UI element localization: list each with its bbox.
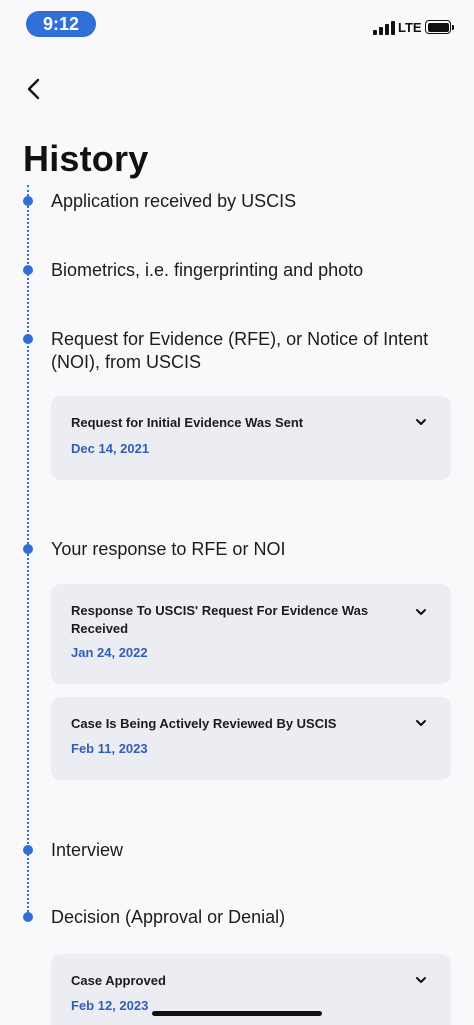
- event-date: Feb 11, 2023: [71, 741, 148, 756]
- battery-icon: [425, 20, 454, 34]
- chevron-down-icon[interactable]: [415, 608, 427, 616]
- event-card[interactable]: Case Is Being Actively Reviewed By USCIS…: [51, 697, 451, 780]
- page-title: History: [23, 138, 149, 179]
- status-time: 9:12: [26, 11, 96, 37]
- event-title: Case Approved: [71, 973, 166, 988]
- status-bar: 9:12 LTE: [0, 0, 474, 50]
- timeline-dot: [23, 544, 33, 554]
- step-application-received: Application received by USCIS: [51, 191, 297, 211]
- chevron-down-icon[interactable]: [415, 719, 427, 727]
- back-button[interactable]: [22, 76, 48, 102]
- event-title: Response To USCIS' Request For Evidence …: [71, 603, 369, 636]
- event-title: Request for Initial Evidence Was Sent: [71, 415, 304, 430]
- event-date: Feb 12, 2023: [71, 998, 149, 1013]
- step-decision: Decision (Approval or Denial): [51, 907, 286, 927]
- timeline-dot: [23, 845, 33, 855]
- event-title: Case Is Being Actively Reviewed By USCIS: [71, 716, 337, 731]
- event-date: Jan 24, 2022: [71, 645, 148, 660]
- chevron-down-icon[interactable]: [415, 418, 427, 426]
- network-label: LTE: [398, 20, 422, 35]
- event-date: Dec 14, 2021: [71, 441, 150, 456]
- step-biometrics: Biometrics, i.e. fingerprinting and phot…: [51, 260, 364, 280]
- chevron-down-icon[interactable]: [415, 976, 427, 984]
- chevron-left-icon: [27, 78, 40, 100]
- signal-icon: [373, 21, 395, 35]
- timeline-dot: [23, 912, 33, 922]
- timeline-dot: [23, 196, 33, 206]
- step-response-rfe: Your response to RFE or NOI: [51, 539, 286, 559]
- event-card[interactable]: Request for Initial Evidence Was Sent De…: [51, 396, 451, 480]
- step-interview: Interview: [51, 840, 124, 860]
- timeline-dot: [23, 265, 33, 275]
- home-indicator[interactable]: [152, 1011, 322, 1016]
- step-rfe-noi: Request for Evidence (RFE), or Notice of…: [51, 329, 429, 372]
- timeline-dot: [23, 334, 33, 344]
- event-card[interactable]: Response To USCIS' Request For Evidence …: [51, 584, 451, 684]
